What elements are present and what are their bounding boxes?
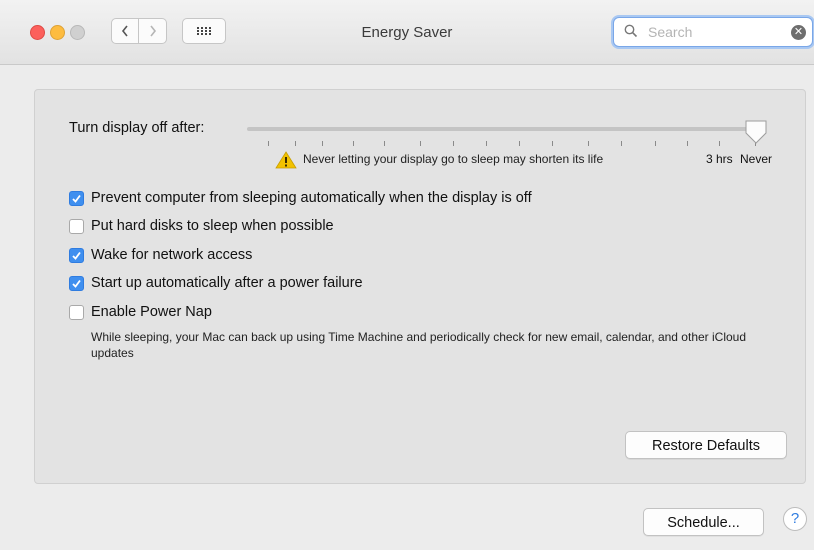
slider-tick — [655, 141, 656, 146]
power-nap-description: While sleeping, your Mac can back up usi… — [91, 330, 747, 360]
prevent-sleep-checkbox[interactable] — [69, 190, 84, 206]
slider-tick — [353, 141, 354, 146]
search-icon — [624, 24, 638, 38]
wake-network-label: Wake for network access — [91, 247, 253, 263]
prevent-sleep-option[interactable]: Prevent computer from sleeping automatic… — [69, 190, 532, 206]
display-sleep-warning: Never letting your display go to sleep m… — [303, 152, 604, 166]
hard-disk-sleep-label: Put hard disks to sleep when possible — [91, 218, 334, 234]
title-bar: Energy Saver ✕ — [0, 0, 814, 65]
display-sleep-slider[interactable] — [247, 127, 757, 131]
slider-tick — [519, 141, 520, 146]
schedule-button[interactable]: Schedule... — [643, 508, 764, 536]
help-button[interactable]: ? — [783, 507, 807, 531]
hard-disk-sleep-checkbox[interactable] — [69, 218, 84, 234]
power-nap-option[interactable]: Enable Power Nap — [69, 304, 212, 320]
slider-label-never: Never — [740, 152, 773, 166]
search-input[interactable] — [648, 23, 788, 41]
slider-tick — [687, 141, 688, 146]
slider-tick — [268, 141, 269, 146]
slider-tick — [295, 141, 296, 146]
slider-tick — [552, 141, 553, 146]
checkmark-icon — [72, 194, 81, 203]
power-nap-label: Enable Power Nap — [91, 304, 212, 320]
prevent-sleep-label: Prevent computer from sleeping automatic… — [91, 190, 532, 206]
slider-tick — [420, 141, 421, 146]
warning-icon — [275, 151, 297, 169]
auto-startup-label: Start up automatically after a power fai… — [91, 275, 363, 291]
slider-label-3hrs: 3 hrs — [706, 152, 733, 166]
slider-tick — [588, 141, 589, 146]
hard-disk-sleep-option[interactable]: Put hard disks to sleep when possible — [69, 218, 334, 234]
slider-tick — [486, 141, 487, 146]
restore-defaults-button[interactable]: Restore Defaults — [625, 431, 787, 459]
search-field[interactable]: ✕ — [613, 17, 813, 47]
auto-startup-checkbox[interactable] — [69, 275, 84, 291]
slider-knob[interactable] — [744, 119, 768, 145]
checkmark-icon — [72, 251, 81, 260]
display-sleep-label: Turn display off after: — [69, 120, 205, 136]
settings-panel: Turn display off after: Never letting yo… — [34, 89, 806, 484]
slider-tick — [322, 141, 323, 146]
wake-network-option[interactable]: Wake for network access — [69, 247, 252, 263]
auto-startup-option[interactable]: Start up automatically after a power fai… — [69, 275, 363, 291]
wake-network-checkbox[interactable] — [69, 247, 84, 263]
checkmark-icon — [72, 279, 81, 288]
clear-icon[interactable]: ✕ — [791, 25, 806, 40]
slider-tick — [453, 141, 454, 146]
slider-tick — [719, 141, 720, 146]
slider-tick — [621, 141, 622, 146]
slider-tick — [384, 141, 385, 146]
power-nap-checkbox[interactable] — [69, 304, 84, 320]
